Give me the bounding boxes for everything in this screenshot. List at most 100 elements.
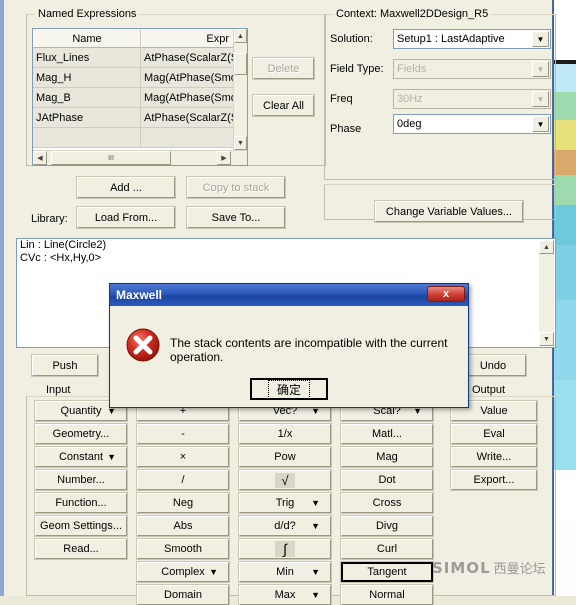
vertical-scroll-thumb[interactable] [234, 53, 247, 75]
undo-button[interactable]: Undo [459, 354, 527, 377]
horizontal-scroll-thumb[interactable]: III [51, 151, 171, 165]
divg-button[interactable]: Divg [340, 515, 434, 537]
freq-combo-value: 30Hz [397, 93, 423, 105]
stack-line: CVc : <Hx,Hy,0> [20, 252, 102, 264]
caret-down-icon: ▼ [107, 452, 116, 462]
geometry-button[interactable]: Geometry... [34, 423, 128, 445]
delete-button[interactable]: Delete [252, 57, 315, 80]
table-vertical-scrollbar[interactable]: ▲ ▼ [233, 29, 247, 150]
button-label: Max [274, 589, 296, 601]
solution-label: Solution: [330, 33, 373, 45]
reciprocal-button[interactable]: 1/x [238, 423, 332, 445]
add-button[interactable]: Add ... [76, 176, 176, 199]
chevron-down-icon[interactable]: ▼ [532, 31, 549, 47]
ok-button-label: 确定 [267, 379, 310, 399]
constant-button[interactable]: Constant ▼ [34, 446, 128, 468]
scroll-up-icon[interactable]: ▲ [234, 29, 247, 43]
save-to-button[interactable]: Save To... [186, 206, 286, 229]
smooth-button[interactable]: Smooth [136, 538, 230, 560]
function-button[interactable]: Function... [34, 492, 128, 514]
named-expressions-table[interactable]: Name Expr Flux_Lines AtPhase(ScalarZ(Smo… [32, 28, 248, 166]
scroll-right-icon[interactable]: ▶ [217, 151, 231, 165]
geom-settings-button[interactable]: Geom Settings... [34, 515, 128, 537]
chevron-down-icon: ▼ [532, 91, 549, 107]
cell-name: Flux_Lines [33, 48, 141, 68]
freq-label: Freq [330, 93, 353, 105]
scroll-down-icon[interactable]: ▼ [234, 136, 247, 150]
ok-button[interactable]: 确定 [250, 378, 328, 400]
column-header-name[interactable]: Name [33, 29, 141, 48]
cell-expr: AtPhase(ScalarZ(Smo [141, 108, 234, 128]
chevron-down-icon[interactable]: ▼ [532, 116, 549, 132]
solution-combo-value: Setup1 : LastAdaptive [397, 33, 505, 45]
close-icon[interactable]: x [427, 286, 465, 302]
button-label: d/d? [274, 520, 296, 532]
mag-button[interactable]: Mag [340, 446, 434, 468]
integral-button[interactable]: ∫ [238, 538, 332, 560]
phase-combo[interactable]: 0deg ▼ [393, 114, 551, 134]
tangent-button[interactable]: Tangent [340, 561, 434, 583]
dialog-title-text: Maxwell [116, 288, 163, 302]
column-header-expr[interactable]: Expr [141, 29, 234, 48]
pow-button[interactable]: Pow [238, 446, 332, 468]
scroll-left-icon[interactable]: ◀ [33, 151, 47, 165]
button-label: Complex [161, 566, 205, 578]
export-button[interactable]: Export... [450, 469, 538, 491]
integral-icon: ∫ [275, 541, 295, 557]
minus-button[interactable]: - [136, 423, 230, 445]
sqrt-icon: √ [275, 472, 295, 488]
cell-expr [141, 128, 234, 148]
min-button[interactable]: Min ▼ [238, 561, 332, 583]
field-type-label: Field Type: [330, 63, 384, 75]
table-row[interactable]: Mag_B Mag(AtPhase(Smooth [33, 88, 247, 108]
table-horizontal-scrollbar[interactable]: ◀ III ▶ [33, 150, 247, 165]
error-dialog[interactable]: Maxwell x The stack contents are incompa… [109, 283, 469, 408]
dialog-title-bar[interactable]: Maxwell x [110, 284, 468, 306]
scroll-up-icon[interactable]: ▲ [539, 240, 554, 254]
abs-button[interactable]: Abs [136, 515, 230, 537]
divide-button[interactable]: / [136, 469, 230, 491]
multiply-button[interactable]: × [136, 446, 230, 468]
eval-button[interactable]: Eval [450, 423, 538, 445]
stack-line: Lin : Line(Circle2) [20, 239, 107, 251]
chevron-down-icon: ▼ [532, 61, 549, 77]
neg-button[interactable]: Neg [136, 492, 230, 514]
clear-all-button[interactable]: Clear All [252, 94, 315, 117]
sqrt-button[interactable]: √ [238, 469, 332, 491]
solution-combo[interactable]: Setup1 : LastAdaptive ▼ [393, 29, 551, 49]
stack-vertical-scrollbar[interactable]: ▲ ▼ [539, 240, 554, 346]
cell-expr: Mag(AtPhase(Smooth [141, 88, 234, 108]
load-from-button[interactable]: Load From... [76, 206, 176, 229]
button-label: Constant [58, 451, 104, 463]
input-section-label: Input [46, 384, 71, 396]
complex-button[interactable]: Complex ▼ [136, 561, 230, 583]
library-label: Library: [31, 213, 68, 225]
watermark-chinese: 西曼论坛 [493, 562, 546, 577]
scroll-down-icon[interactable]: ▼ [539, 332, 554, 346]
table-row[interactable]: Flux_Lines AtPhase(ScalarZ(Smo [33, 48, 247, 68]
table-row[interactable]: Mag_H Mag(AtPhase(Smooth [33, 68, 247, 88]
domain-button[interactable]: Domain [136, 584, 230, 605]
change-variable-values-button[interactable]: Change Variable Values... [374, 200, 524, 223]
normal-button[interactable]: Normal [340, 584, 434, 605]
table-row-empty[interactable] [33, 128, 247, 148]
trig-button[interactable]: Trig ▼ [238, 492, 332, 514]
number-button[interactable]: Number... [34, 469, 128, 491]
push-button[interactable]: Push [31, 354, 99, 377]
watermark-brand: SIMOL [432, 558, 491, 577]
write-button[interactable]: Write... [450, 446, 538, 468]
curl-button[interactable]: Curl [340, 538, 434, 560]
max-button[interactable]: Max ▼ [238, 584, 332, 605]
field-type-combo: Fields ▼ [393, 59, 551, 79]
read-button[interactable]: Read... [34, 538, 128, 560]
cell-name: Mag_H [33, 68, 141, 88]
matl-button[interactable]: Matl... [340, 423, 434, 445]
copy-to-stack-button[interactable]: Copy to stack [186, 176, 286, 199]
cell-name: Mag_B [33, 88, 141, 108]
cross-button[interactable]: Cross [340, 492, 434, 514]
error-icon [126, 328, 160, 362]
button-label: Quantity [60, 405, 102, 417]
dot-button[interactable]: Dot [340, 469, 434, 491]
derivative-button[interactable]: d/d? ▼ [238, 515, 332, 537]
table-row[interactable]: JAtPhase AtPhase(ScalarZ(Smo [33, 108, 247, 128]
